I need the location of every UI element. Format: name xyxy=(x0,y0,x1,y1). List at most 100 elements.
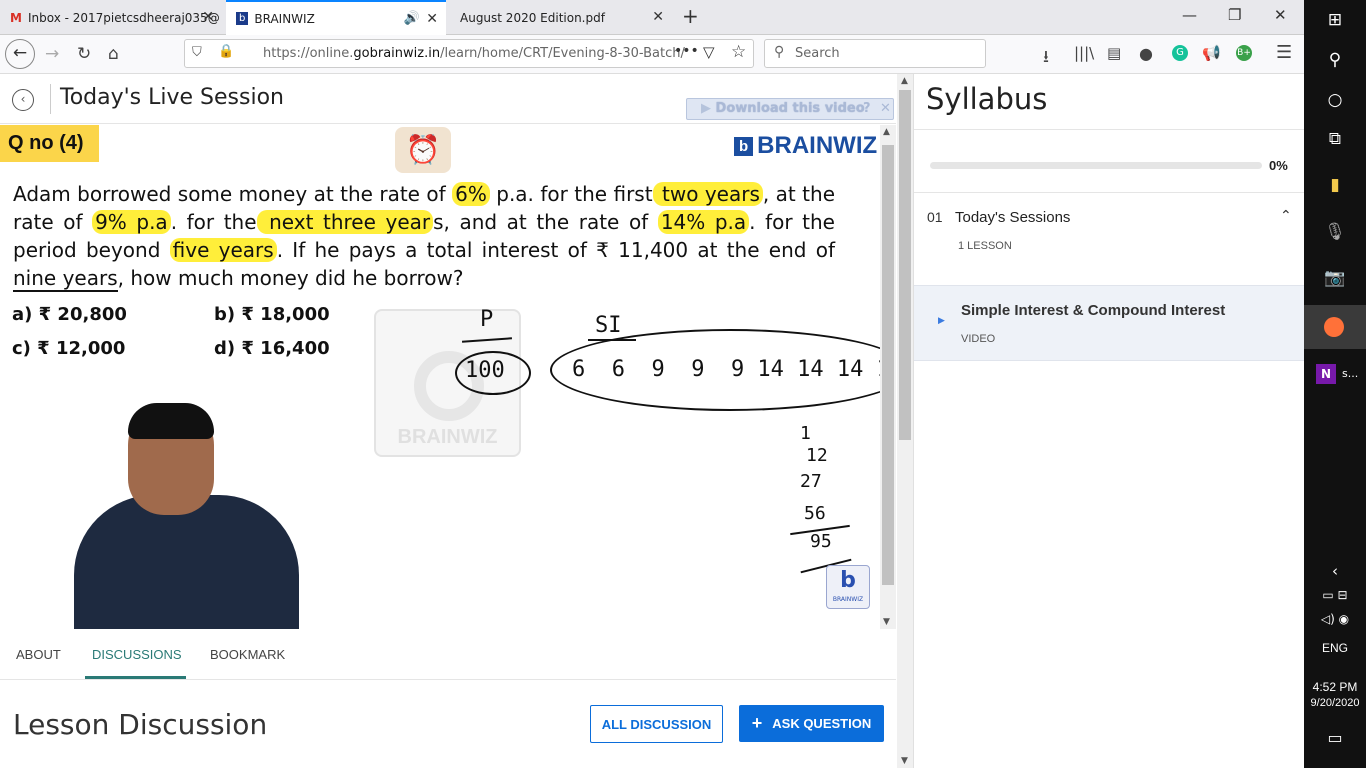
tab-discussions[interactable]: DISCUSSIONS xyxy=(92,647,182,662)
scroll-thumb[interactable] xyxy=(899,90,911,440)
reload-icon[interactable]: ↻ xyxy=(77,44,91,64)
lesson-type: VIDEO xyxy=(961,333,996,345)
page-scrollbar[interactable]: ▲ ▼ xyxy=(897,74,913,768)
syllabus-sidebar: Syllabus 0% 01 Today's Sessions 1 LESSON… xyxy=(913,74,1304,768)
clock-date[interactable]: 9/20/2020 xyxy=(1304,697,1366,709)
all-discussion-button[interactable]: ALL DISCUSSION xyxy=(590,705,723,743)
scroll-up-icon[interactable]: ▲ xyxy=(883,127,890,137)
chevron-up-icon[interactable]: ⌃ xyxy=(1280,208,1292,224)
logo-mark: b xyxy=(734,136,754,156)
divider xyxy=(50,84,51,114)
section-todays-sessions[interactable]: 01 Today's Sessions 1 LESSON ⌃ xyxy=(914,194,1304,284)
text: p.a. for the first xyxy=(489,182,653,206)
language-indicator[interactable]: ENG xyxy=(1304,641,1366,655)
file-explorer-icon[interactable]: ▮ xyxy=(1304,175,1366,195)
more-icon[interactable]: ••• xyxy=(674,43,699,59)
handwritten-100: 100 xyxy=(465,358,505,383)
forward-icon[interactable]: → xyxy=(45,44,59,64)
shield-icon[interactable]: ⛉ xyxy=(192,45,202,60)
watermark-text: BRAINWIZ xyxy=(397,426,498,448)
scroll-thumb[interactable] xyxy=(882,145,894,585)
window-close-icon[interactable]: ✕ xyxy=(1274,6,1287,24)
plus-icon: + xyxy=(751,713,763,733)
close-icon[interactable]: ✕ xyxy=(426,11,438,27)
search-input[interactable]: ⚲ Search xyxy=(764,39,986,68)
scroll-down-icon[interactable]: ▼ xyxy=(883,617,890,627)
character-avatar: ⏰ xyxy=(395,127,451,173)
speaker-icon[interactable]: 🔊 xyxy=(404,11,420,26)
search-icon[interactable]: ⚲ xyxy=(1304,50,1366,70)
download-label: Download this video xyxy=(715,101,865,116)
ask-question-label: ASK QUESTION xyxy=(772,716,872,731)
text: , how much money did he borrow? xyxy=(117,266,464,290)
brainwiz-favicon: b xyxy=(236,12,249,25)
clock-time[interactable]: 4:52 PM xyxy=(1304,680,1366,694)
divider xyxy=(0,679,896,680)
scroll-up-icon[interactable]: ▲ xyxy=(901,76,908,86)
tab-label: BRAINWIZ xyxy=(254,11,315,26)
chevron-left-icon[interactable]: ‹ xyxy=(1304,562,1366,580)
account-icon[interactable]: ● xyxy=(1139,44,1153,63)
home-icon[interactable]: ⌂ xyxy=(108,44,119,64)
tab-gmail[interactable]: M Inbox - 2017pietcsdheeraj035@ ✕ xyxy=(0,0,222,35)
sidebar-icon[interactable]: ▤ xyxy=(1107,44,1121,62)
syllabus-title: Syllabus xyxy=(926,82,1048,116)
handwritten-1: 1 xyxy=(800,423,811,444)
handwritten-rates: 6 6 9 9 9 14 14 14 14 xyxy=(572,357,880,382)
text: . If he pays a total interest of ₹ 11,40… xyxy=(276,238,835,262)
lock-icon[interactable]: 🔒 xyxy=(218,44,234,59)
play-icon: ▶ xyxy=(938,316,945,326)
tab-brainwiz[interactable]: b BRAINWIZ 🔊 ✕ xyxy=(226,0,446,35)
question-number: Q no (4) xyxy=(0,125,99,162)
close-icon[interactable]: ✕ xyxy=(652,9,664,25)
progress-track xyxy=(930,162,1262,169)
extension-icon[interactable]: B+ xyxy=(1236,45,1252,61)
notification-icon[interactable]: ▭ xyxy=(1304,728,1366,747)
new-tab-icon[interactable]: + xyxy=(682,4,699,28)
menu-icon[interactable]: ☰ xyxy=(1276,42,1292,63)
windows-start-icon[interactable]: ⊞ xyxy=(1304,10,1366,30)
microphone-icon[interactable]: 🎙 xyxy=(1304,222,1366,242)
highlight: 6% xyxy=(452,182,490,206)
bookmark-star-icon[interactable]: ☆ xyxy=(731,42,746,62)
volume-icon[interactable]: ◁) ◉ xyxy=(1304,612,1366,626)
progress-label: 0% xyxy=(1269,158,1288,173)
scroll-down-icon[interactable]: ▼ xyxy=(901,756,908,766)
restore-icon[interactable]: ❐ xyxy=(1228,6,1241,24)
network-icon[interactable]: ▭ ⊟ xyxy=(1304,588,1366,602)
option-a: a) ₹ 20,800 xyxy=(12,304,127,325)
back-circle-icon[interactable]: ‹ xyxy=(12,89,34,111)
firefox-taskbar-button[interactable] xyxy=(1304,305,1366,349)
tab-bookmark[interactable]: BOOKMARK xyxy=(210,647,285,662)
pocket-icon[interactable]: ▽ xyxy=(703,43,715,61)
cortana-icon[interactable]: ○ xyxy=(1304,90,1366,110)
download-icon[interactable]: ⭳ xyxy=(1043,44,1049,73)
corner-logo: b BRAINWIZ xyxy=(826,565,870,609)
gmail-icon: M xyxy=(10,10,22,25)
back-icon[interactable]: ← xyxy=(5,39,35,69)
tab-pdf[interactable]: August 2020 Edition.pdf ✕ xyxy=(450,0,672,35)
question-text: Adam borrowed some money at the rate of … xyxy=(13,180,835,292)
url-bar[interactable]: https://online.gobrainwiz.in/learn/home/… xyxy=(184,39,754,68)
grammarly-icon[interactable]: G xyxy=(1172,45,1188,61)
download-video-button[interactable]: ▶ Download this video ? ✕ xyxy=(686,98,894,120)
highlight: next three year xyxy=(256,210,434,234)
onenote-icon[interactable]: N xyxy=(1316,364,1336,384)
close-icon[interactable]: ✕ xyxy=(880,101,891,116)
lesson-item[interactable]: ▶ Simple Interest & Compound Interest VI… xyxy=(914,285,1304,361)
handwritten-si: SI xyxy=(595,313,622,338)
divider xyxy=(0,123,896,124)
close-icon[interactable]: ✕ xyxy=(202,9,214,25)
help-icon[interactable]: ? xyxy=(863,101,871,116)
megaphone-icon[interactable]: 📢 xyxy=(1202,44,1221,62)
corner-logo-text: BRAINWIZ xyxy=(832,596,864,603)
video-scrollbar[interactable]: ▲ ▼ xyxy=(880,125,896,629)
tab-about[interactable]: ABOUT xyxy=(16,647,61,662)
minimize-icon[interactable]: — xyxy=(1182,6,1197,24)
task-view-icon[interactable]: ⧉ xyxy=(1304,129,1366,149)
highlight: 14% p.a xyxy=(657,210,750,234)
camera-icon[interactable]: 📷 xyxy=(1304,268,1366,288)
library-icon[interactable]: |||\ xyxy=(1074,44,1094,62)
search-icon: ⚲ xyxy=(774,44,785,60)
ask-question-button[interactable]: + ASK QUESTION xyxy=(739,705,884,742)
